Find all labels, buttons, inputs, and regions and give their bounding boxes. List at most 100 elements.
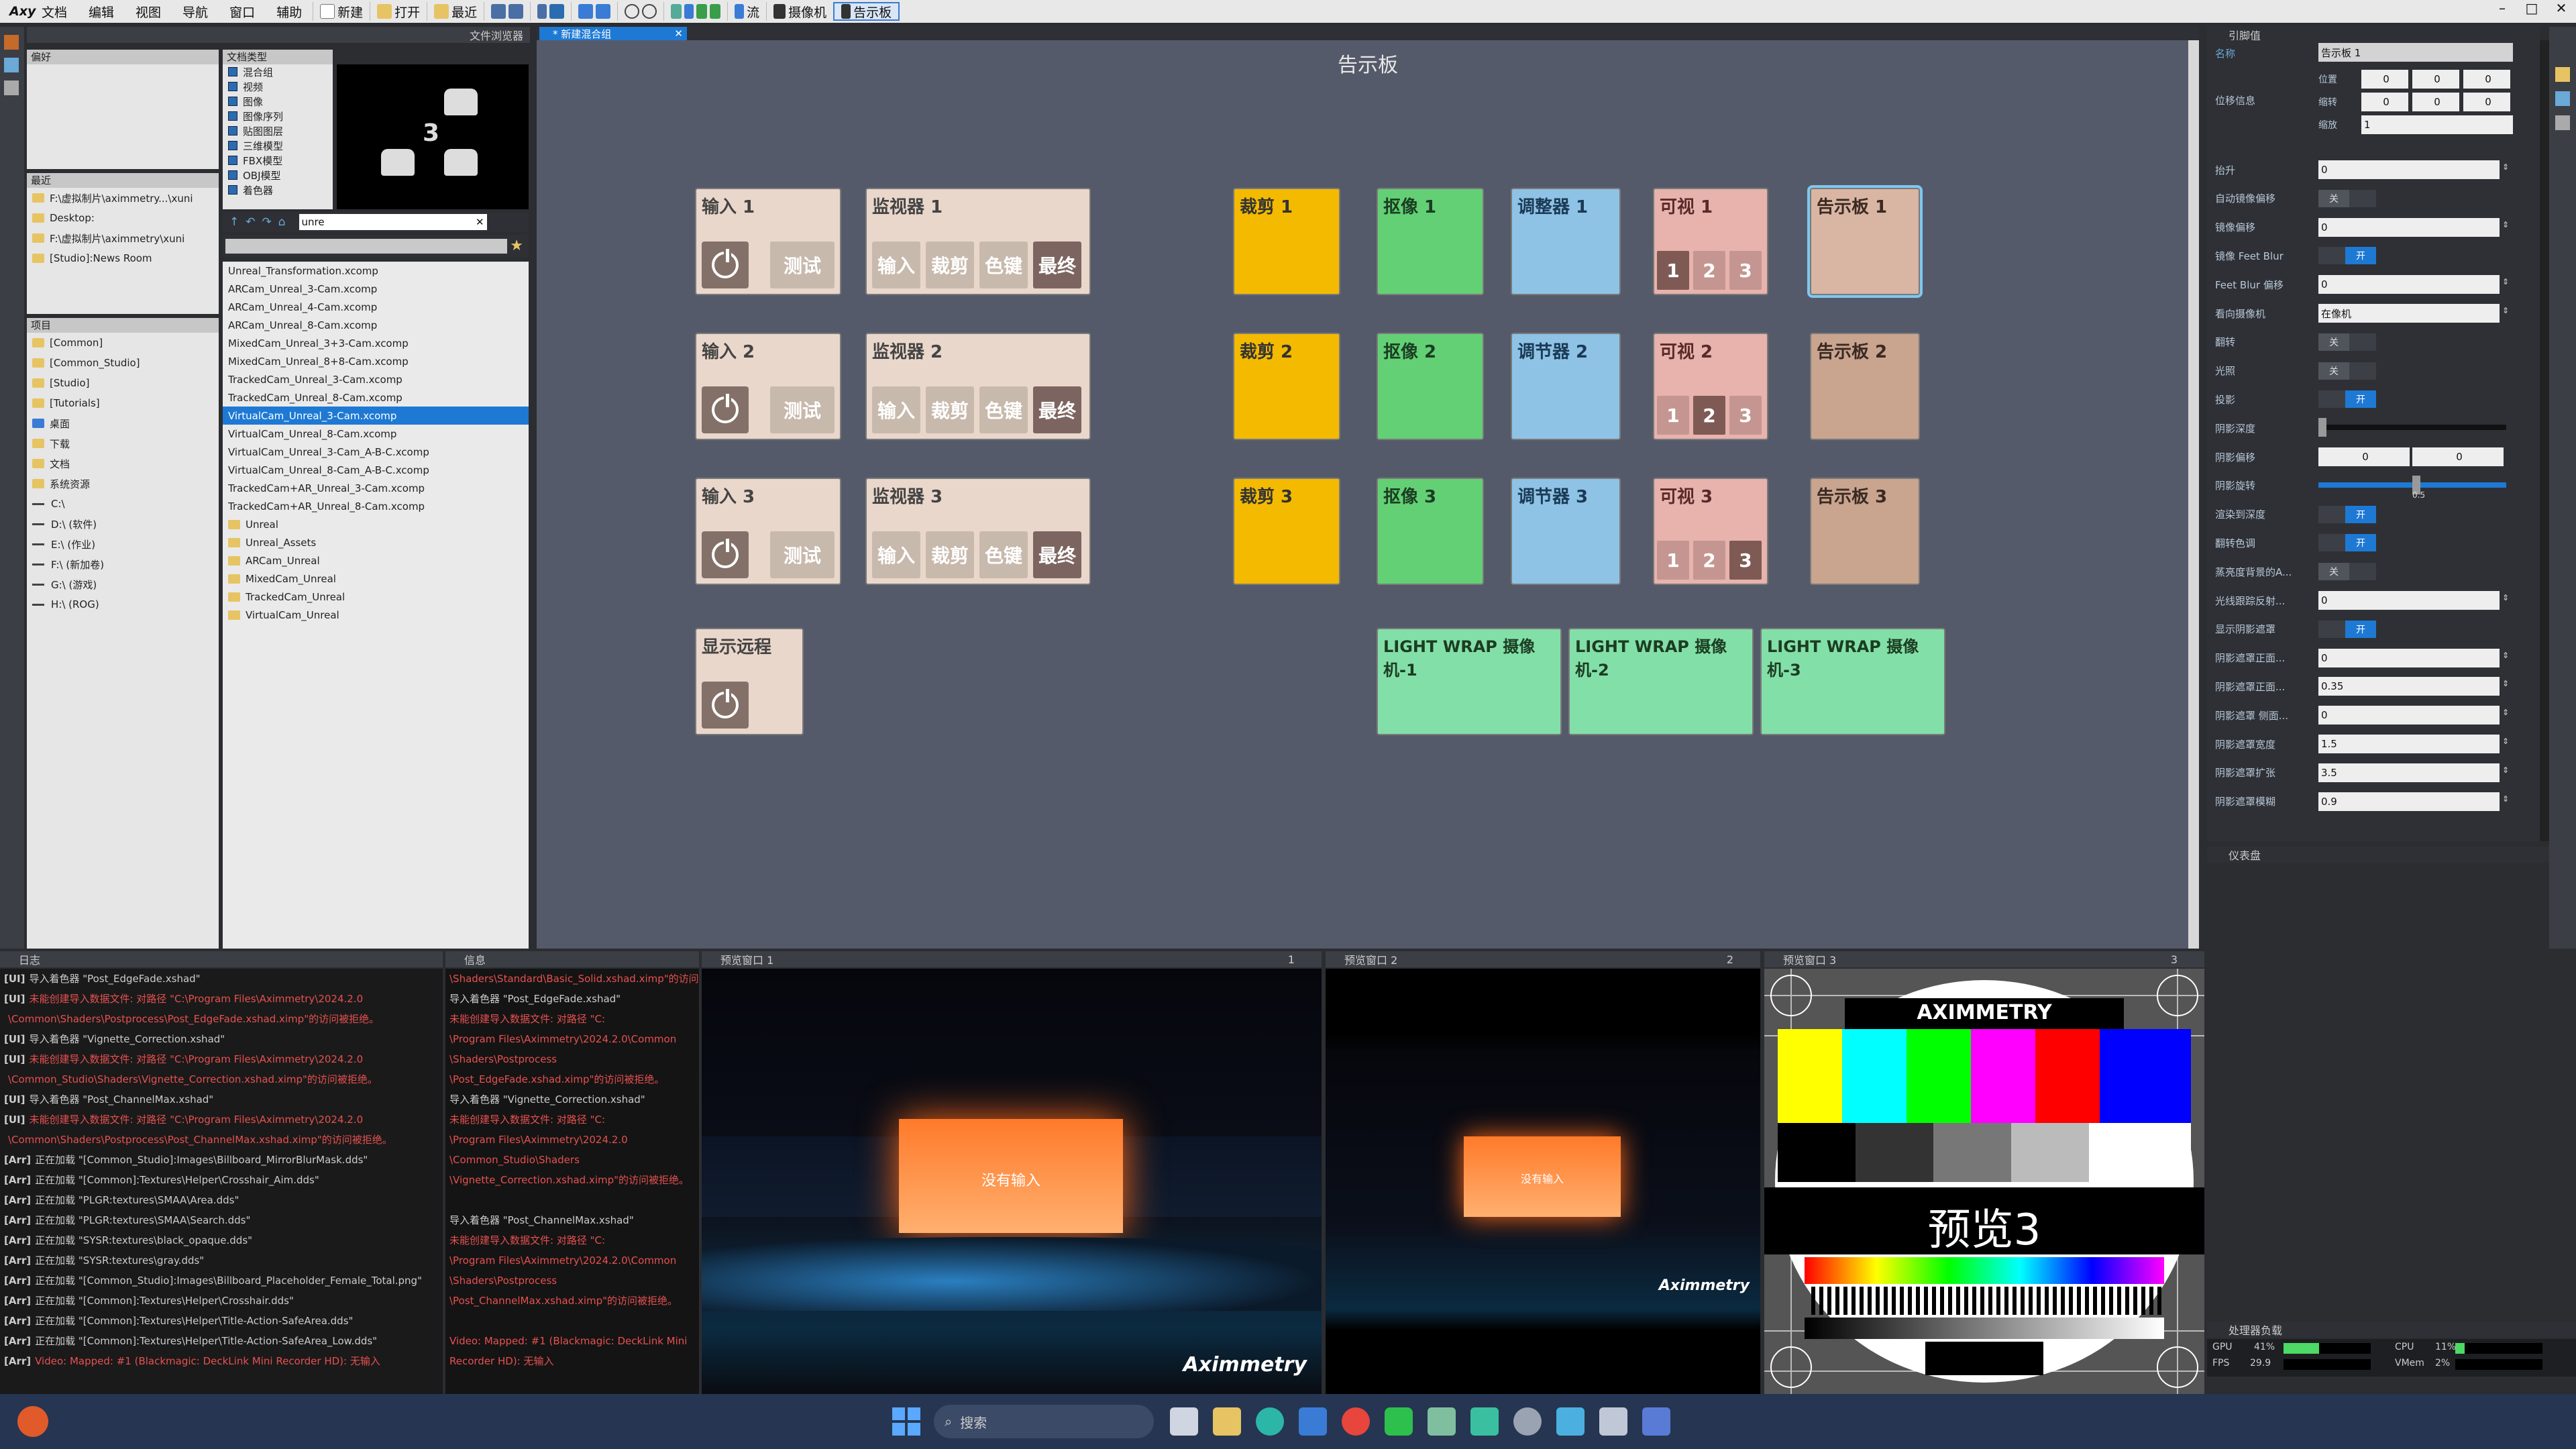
spinner-icon[interactable]: ⇕ <box>2502 162 2509 172</box>
project-item[interactable]: 文档 <box>27 453 219 474</box>
xform-field[interactable]: 0 <box>2361 93 2408 111</box>
forward-icon[interactable]: ↷ <box>262 215 272 229</box>
undo-tools[interactable] <box>571 2 617 21</box>
aximmetry-icon[interactable] <box>1642 1407 1670 1436</box>
monitor-button-0[interactable]: 输入 <box>872 241 920 288</box>
save-tools[interactable] <box>484 2 530 21</box>
menu-item-view[interactable]: 视图 <box>125 3 172 21</box>
visual-number-button[interactable]: 1 <box>1657 396 1689 435</box>
save-icon[interactable] <box>491 4 506 19</box>
adjust-card[interactable]: 调节器 3 <box>1511 478 1621 585</box>
taskview-icon[interactable] <box>1170 1407 1198 1436</box>
monitor-button-2[interactable]: 色键 <box>979 386 1028 433</box>
value-field[interactable]: 3.5 <box>2318 763 2500 782</box>
preview3-number[interactable]: 3 <box>2171 953 2178 966</box>
recent-button[interactable]: 最近 <box>427 2 484 21</box>
visual-number-button[interactable]: 2 <box>1693 251 1725 290</box>
project-item[interactable]: [Tutorials] <box>27 393 219 413</box>
explorer-icon[interactable] <box>1213 1407 1241 1436</box>
billboard-card[interactable]: 告示板 2 <box>1810 333 1920 440</box>
project-item[interactable]: D:\ (软件) <box>27 514 219 534</box>
test-button[interactable]: 测试 <box>770 531 835 578</box>
name-field[interactable]: 告示板 1 <box>2318 43 2513 62</box>
toggle[interactable]: 关 <box>2318 362 2376 380</box>
file-item[interactable]: VirtualCam_Unreal_8-Cam_A-B-C.xcomp <box>223 461 529 479</box>
minimize-icon[interactable]: – <box>2487 0 2517 16</box>
crop-card[interactable]: 裁剪 2 <box>1233 333 1340 440</box>
checkbox[interactable] <box>228 82 237 91</box>
toggle[interactable]: 开 <box>2318 534 2376 552</box>
file-item[interactable]: TrackedCam_Unreal_8-Cam.xcomp <box>223 388 529 407</box>
visual-number-button[interactable]: 1 <box>1657 251 1689 290</box>
play-tools[interactable] <box>530 2 571 21</box>
stop-icon[interactable] <box>549 4 565 19</box>
power-button[interactable] <box>702 386 749 433</box>
project-item[interactable]: E:\ (作业) <box>27 534 219 554</box>
project-item[interactable]: 下载 <box>27 433 219 453</box>
checkbox[interactable] <box>228 111 237 121</box>
checkbox[interactable] <box>228 141 237 150</box>
value-field[interactable]: 0 <box>2318 648 2500 667</box>
monitor-button-0[interactable]: 输入 <box>872 386 920 433</box>
remote-card[interactable]: 显示远程 <box>695 628 804 735</box>
app-icon[interactable] <box>1556 1407 1585 1436</box>
project-item[interactable]: C:\ <box>27 494 219 514</box>
value-field[interactable]: 在像机 <box>2318 304 2500 323</box>
toggle[interactable]: 关 <box>2318 333 2376 351</box>
slider-handle[interactable] <box>2318 418 2326 437</box>
visual-number-button[interactable]: 2 <box>1693 396 1725 435</box>
monitor-button-2[interactable]: 色键 <box>979 241 1028 288</box>
billboard-tab[interactable]: 告示板 <box>833 2 900 21</box>
spinner-icon[interactable]: ⇕ <box>2502 679 2509 688</box>
doctype-item[interactable]: 视频 <box>223 79 333 94</box>
monitor-button-1[interactable]: 裁剪 <box>926 386 974 433</box>
menu-item-edit[interactable]: 编辑 <box>78 3 125 21</box>
strip-icon-a[interactable] <box>2555 67 2570 82</box>
recent-item[interactable]: F:\虚拟制片\aximmetry...\xuni <box>27 188 219 208</box>
project-item[interactable]: 桌面 <box>27 413 219 433</box>
recent-item[interactable]: F:\虚拟制片\aximmetry\xuni <box>27 228 219 248</box>
nav-tools[interactable] <box>663 2 727 21</box>
undo-icon[interactable] <box>578 4 594 19</box>
project-item[interactable]: [Studio] <box>27 373 219 393</box>
file-item[interactable]: MixedCam_Unreal_3+3-Cam.xcomp <box>223 334 529 352</box>
canvas-scrollbar[interactable] <box>2188 40 2199 949</box>
store-icon[interactable] <box>1299 1407 1327 1436</box>
power-button[interactable] <box>702 682 749 729</box>
file-item[interactable]: ARCam_Unreal_4-Cam.xcomp <box>223 298 529 316</box>
strip-icon-2[interactable] <box>4 58 19 72</box>
checkbox[interactable] <box>228 185 237 195</box>
file-item[interactable]: TrackedCam_Unreal <box>223 588 529 606</box>
strip-icon-3[interactable] <box>4 80 19 95</box>
spinner-icon[interactable]: ⇕ <box>2502 765 2509 775</box>
matte-card[interactable]: 抠像 3 <box>1377 478 1484 585</box>
xform-field[interactable]: 0 <box>2463 93 2510 111</box>
file-item[interactable]: MixedCam_Unreal <box>223 570 529 588</box>
file-item[interactable]: VirtualCam_Unreal_3-Cam.xcomp <box>223 407 529 425</box>
preview2-number[interactable]: 2 <box>1727 953 1733 966</box>
save-all-icon[interactable] <box>508 4 524 19</box>
file-item[interactable]: Unreal_Transformation.xcomp <box>223 262 529 280</box>
slider[interactable] <box>2318 418 2506 437</box>
spinner-icon[interactable]: ⇕ <box>2502 737 2509 746</box>
project-item[interactable]: G:\ (游戏) <box>27 574 219 594</box>
toggle[interactable]: 开 <box>2318 390 2376 409</box>
app-icon[interactable] <box>1470 1407 1499 1436</box>
value-field[interactable]: 0 <box>2318 591 2500 610</box>
adjust-card[interactable]: 调整器 1 <box>1511 188 1621 295</box>
monitor-button-3[interactable]: 最终 <box>1033 531 1081 578</box>
monitor-button-3[interactable]: 最终 <box>1033 241 1081 288</box>
billboard-card[interactable]: 告示板 1 <box>1807 185 1923 298</box>
monitor-card[interactable]: 监视器 2 输入 裁剪 色键 最终 <box>865 333 1091 440</box>
monitor-card[interactable]: 监视器 1 输入 裁剪 色键 最终 <box>865 188 1091 295</box>
monitor-button-1[interactable]: 裁剪 <box>926 531 974 578</box>
monitor-button-0[interactable]: 输入 <box>872 531 920 578</box>
monitor-card[interactable]: 监视器 3 输入 裁剪 色键 最终 <box>865 478 1091 585</box>
visual-number-button[interactable]: 2 <box>1693 541 1725 580</box>
zoom-tools[interactable] <box>617 2 663 21</box>
value-field[interactable]: 0 <box>2318 217 2500 237</box>
search-input[interactable]: unre ✕ <box>299 214 487 230</box>
value-field[interactable]: 1.5 <box>2318 735 2500 753</box>
crop-card[interactable]: 裁剪 3 <box>1233 478 1340 585</box>
recent-item[interactable]: Desktop: <box>27 208 219 228</box>
